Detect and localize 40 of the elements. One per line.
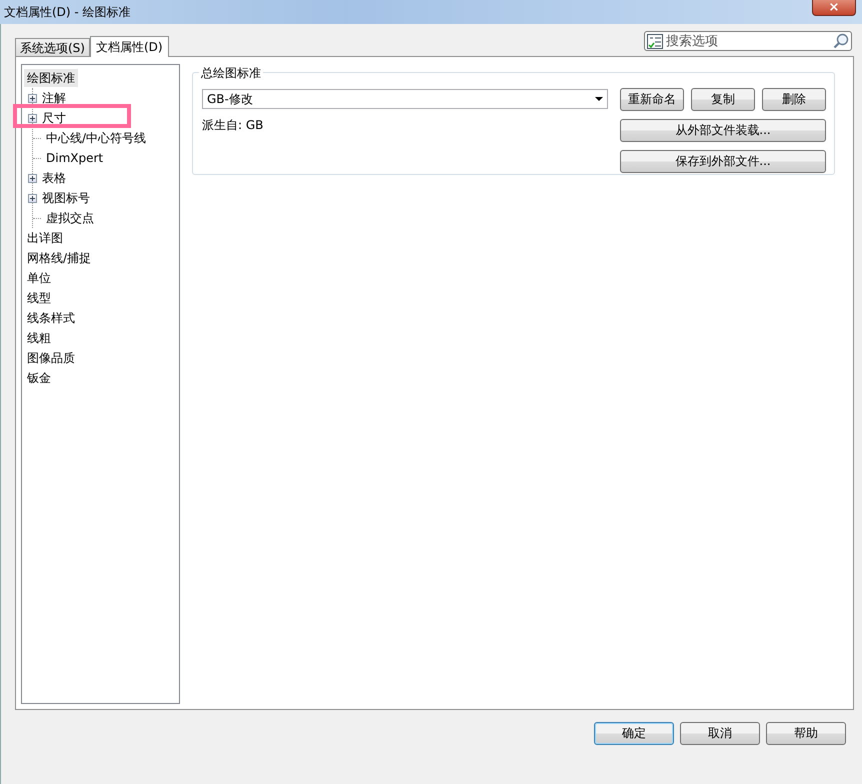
dialog-button[interactable]: 确定 [594, 722, 674, 745]
tree-item[interactable]: DimXpert [43, 149, 106, 167]
file-button[interactable]: 从外部文件装载... [620, 119, 826, 142]
action-button[interactable]: 重新命名 [620, 88, 684, 111]
tree-item[interactable]: 图像品质 [24, 349, 78, 367]
expand-icon[interactable] [28, 114, 37, 122]
options-list-icon [647, 34, 663, 48]
window-title: 文档属性(D) - 绘图标准 [4, 4, 131, 20]
tree-item[interactable]: 钣金 [24, 369, 54, 387]
dialog-button[interactable]: 取消 [680, 722, 760, 745]
tree-item[interactable]: 虚拟交点 [43, 209, 97, 227]
action-button[interactable]: 删除 [762, 88, 826, 111]
tree-item[interactable]: 单位 [24, 269, 54, 287]
tree-item[interactable]: 网格线/捕捉 [24, 249, 94, 267]
expand-icon[interactable] [28, 94, 37, 102]
dialog-button[interactable]: 帮助 [766, 722, 846, 745]
expand-icon[interactable] [28, 194, 37, 202]
tab[interactable]: 文档属性(D) [90, 36, 169, 57]
tree-item[interactable]: 线条样式 [24, 309, 78, 327]
tree-item[interactable]: 出详图 [24, 229, 66, 247]
tab[interactable]: 系统选项(S) [15, 38, 90, 56]
derived-from-label: 派生自: GB [202, 117, 264, 134]
close-button[interactable]: × [812, 0, 856, 16]
search-icon[interactable] [833, 33, 849, 49]
standard-dropdown[interactable]: GB-修改 [202, 89, 608, 109]
search-box[interactable]: 搜索选项 [644, 31, 852, 51]
expand-icon[interactable] [28, 174, 37, 182]
dropdown-caret-icon[interactable] [595, 97, 603, 101]
tree-item[interactable]: 线粗 [24, 329, 54, 347]
tree-item[interactable]: 注解 [39, 89, 69, 107]
tree-item[interactable]: 视图标号 [39, 189, 93, 207]
file-button[interactable]: 保存到外部文件... [620, 150, 826, 173]
tree-item[interactable]: 表格 [39, 169, 69, 187]
tree-item[interactable]: 中心线/中心符号线 [43, 129, 150, 147]
action-button[interactable]: 复制 [691, 88, 755, 111]
tree-item[interactable]: 线型 [24, 289, 54, 307]
tree-item[interactable]: 尺寸 [39, 109, 69, 127]
group-title: 总绘图标准 [199, 65, 263, 82]
tree-item[interactable]: 绘图标准 [24, 69, 78, 87]
search-field[interactable]: 搜索选项 [663, 34, 833, 48]
